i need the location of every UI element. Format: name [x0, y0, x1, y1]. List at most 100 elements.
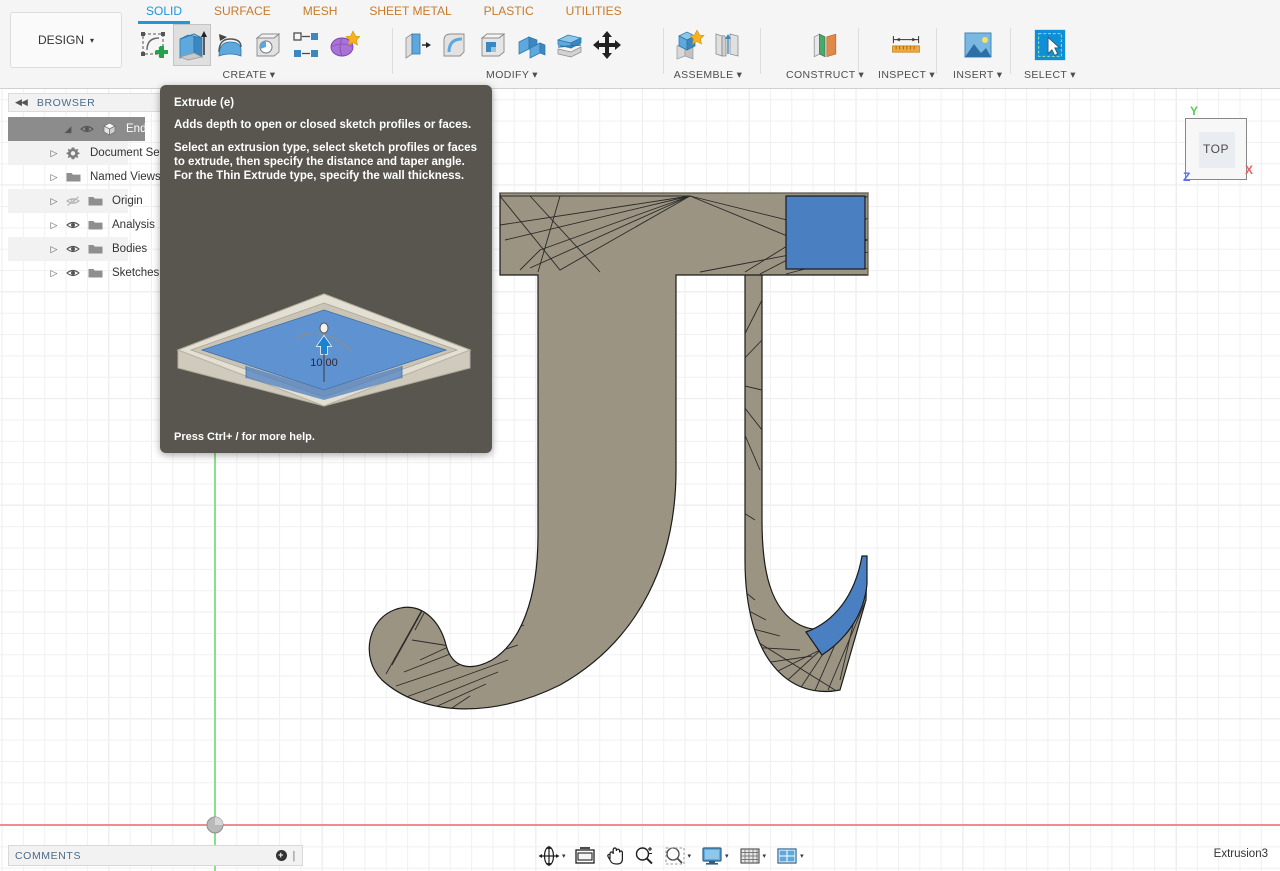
group-construct: CONSTRUCT▾: [786, 24, 864, 88]
chevron-down-icon[interactable]: ▾: [725, 852, 729, 860]
combine-icon: [516, 30, 546, 60]
tab-plastic[interactable]: PLASTIC: [468, 0, 550, 22]
move-copy-button[interactable]: [588, 24, 626, 66]
display-settings-button[interactable]: ▾: [699, 843, 731, 869]
status-bar-right: Extrusion3: [1214, 848, 1268, 860]
tab-surface[interactable]: SURFACE: [198, 0, 287, 22]
tree-node-document-settings[interactable]: ▷ Document Settings: [8, 141, 128, 165]
offset-plane-button[interactable]: [806, 24, 844, 66]
combine-button[interactable]: [512, 24, 550, 66]
monitor-icon: [701, 846, 723, 866]
expander-icon[interactable]: ▷: [46, 268, 62, 279]
eye-visible-icon[interactable]: [62, 268, 84, 278]
tab-mesh[interactable]: MESH: [287, 0, 354, 22]
tree-node-bodies[interactable]: ▷ Bodies: [8, 237, 128, 261]
view-cube[interactable]: TOP: [1185, 118, 1247, 180]
tooltip-footer: Press Ctrl+ / for more help.: [174, 431, 315, 443]
tab-sheet-metal[interactable]: SHEET METAL: [353, 0, 467, 22]
comments-bar[interactable]: COMMENTS + |: [8, 845, 303, 866]
fillet-button[interactable]: [436, 24, 474, 66]
collapse-panel-icon[interactable]: ◀◀: [15, 97, 27, 108]
chevron-down-icon[interactable]: ▾: [800, 852, 804, 860]
expander-icon[interactable]: ◢: [60, 124, 76, 135]
selected-face-hook[interactable]: [806, 556, 867, 655]
hole-icon: [253, 30, 283, 60]
grid-snaps-button[interactable]: ▾: [737, 843, 769, 869]
fit-window-icon: [664, 846, 686, 866]
chevron-down-icon[interactable]: ▾: [562, 852, 566, 860]
group-label-construct[interactable]: CONSTRUCT▾: [786, 69, 864, 81]
orbit-button[interactable]: ▾: [536, 843, 568, 869]
tree-node-label: Sketches: [106, 267, 159, 279]
hole-button[interactable]: [249, 24, 287, 66]
chevron-down-icon[interactable]: ▾: [763, 852, 767, 860]
tooltip-paragraph-1: Adds depth to open or closed sketch prof…: [160, 109, 492, 132]
measure-icon: [888, 30, 924, 60]
group-label-assemble[interactable]: ASSEMBLE▾: [674, 69, 742, 81]
split-face-button[interactable]: [550, 24, 588, 66]
workspace-switcher[interactable]: DESIGN ▾: [10, 12, 122, 68]
joint-button[interactable]: [708, 24, 746, 66]
tree-node-endlich-v2[interactable]: ◢ Endlich v2: [8, 117, 145, 141]
look-at-icon: [574, 846, 596, 866]
tree-node-label: Named Views: [84, 171, 161, 183]
revolve-button[interactable]: [211, 24, 249, 66]
group-assemble: ASSEMBLE▾: [670, 24, 746, 88]
extrude-button[interactable]: [173, 24, 211, 66]
press-pull-button[interactable]: [398, 24, 436, 66]
add-comment-icon[interactable]: +: [276, 850, 287, 861]
expander-icon[interactable]: ▷: [46, 244, 62, 255]
tree-node-label: Analysis: [106, 219, 155, 231]
group-label-insert[interactable]: INSERT▾: [953, 69, 1002, 81]
create-form-button[interactable]: [325, 24, 363, 66]
ribbon-tab-strip: SOLID SURFACE MESH SHEET METAL PLASTIC U…: [130, 0, 638, 22]
eye-hidden-icon[interactable]: [62, 196, 84, 207]
split-face-icon: [554, 30, 584, 60]
comments-resize-handle[interactable]: |: [293, 850, 296, 862]
tree-node-label: Origin: [106, 195, 143, 207]
expander-icon[interactable]: ▷: [46, 196, 62, 207]
tree-node-named-views[interactable]: ▷ Named Views: [8, 165, 128, 189]
navigation-bar: ▾: [536, 843, 806, 869]
eye-visible-icon[interactable]: [76, 124, 98, 134]
tab-utilities[interactable]: UTILITIES: [550, 0, 638, 22]
create-sketch-button[interactable]: [135, 24, 173, 66]
tree-node-sketches[interactable]: ▷ Sketches: [8, 261, 128, 285]
group-label-select[interactable]: SELECT▾: [1024, 69, 1076, 81]
expander-icon[interactable]: ▷: [46, 220, 62, 231]
group-label-modify[interactable]: MODIFY▾: [486, 69, 538, 81]
viewports-button[interactable]: ▾: [774, 843, 806, 869]
tooltip-extrude-value: 10.00: [310, 357, 338, 369]
orbit-icon: [538, 845, 560, 867]
new-component-button[interactable]: [670, 24, 708, 66]
group-label-inspect[interactable]: INSPECT▾: [878, 69, 935, 81]
eye-visible-icon[interactable]: [62, 220, 84, 230]
eye-visible-icon[interactable]: [62, 244, 84, 254]
fit-button[interactable]: ▾: [662, 843, 694, 869]
selected-face-top-bar[interactable]: [786, 196, 865, 269]
pattern-icon: [291, 30, 321, 60]
workspace-label: DESIGN: [38, 33, 84, 47]
pan-button[interactable]: [603, 843, 627, 869]
group-create: CREATE▾: [135, 24, 363, 88]
group-label-create[interactable]: CREATE▾: [223, 69, 276, 81]
expander-icon[interactable]: ▷: [46, 172, 62, 183]
look-at-button[interactable]: [572, 843, 598, 869]
view-cube-top-face[interactable]: TOP: [1185, 118, 1247, 180]
document-cube-icon: [98, 122, 120, 137]
measure-button[interactable]: [887, 24, 925, 66]
select-button[interactable]: [1031, 24, 1069, 66]
pan-hand-icon: [605, 846, 625, 866]
tree-node-analysis[interactable]: ▷ Analysis: [8, 213, 128, 237]
axis-label-y: Y: [1190, 104, 1198, 118]
expander-icon[interactable]: ▷: [46, 148, 62, 159]
group-inspect: INSPECT▾: [878, 24, 935, 88]
revolve-icon: [215, 30, 245, 60]
shell-button[interactable]: [474, 24, 512, 66]
insert-image-button[interactable]: [959, 24, 997, 66]
tree-node-origin[interactable]: ▷ Origin: [8, 189, 128, 213]
pattern-button[interactable]: [287, 24, 325, 66]
chevron-down-icon[interactable]: ▾: [688, 852, 692, 860]
tab-solid[interactable]: SOLID: [130, 0, 198, 22]
zoom-button[interactable]: [632, 843, 656, 869]
